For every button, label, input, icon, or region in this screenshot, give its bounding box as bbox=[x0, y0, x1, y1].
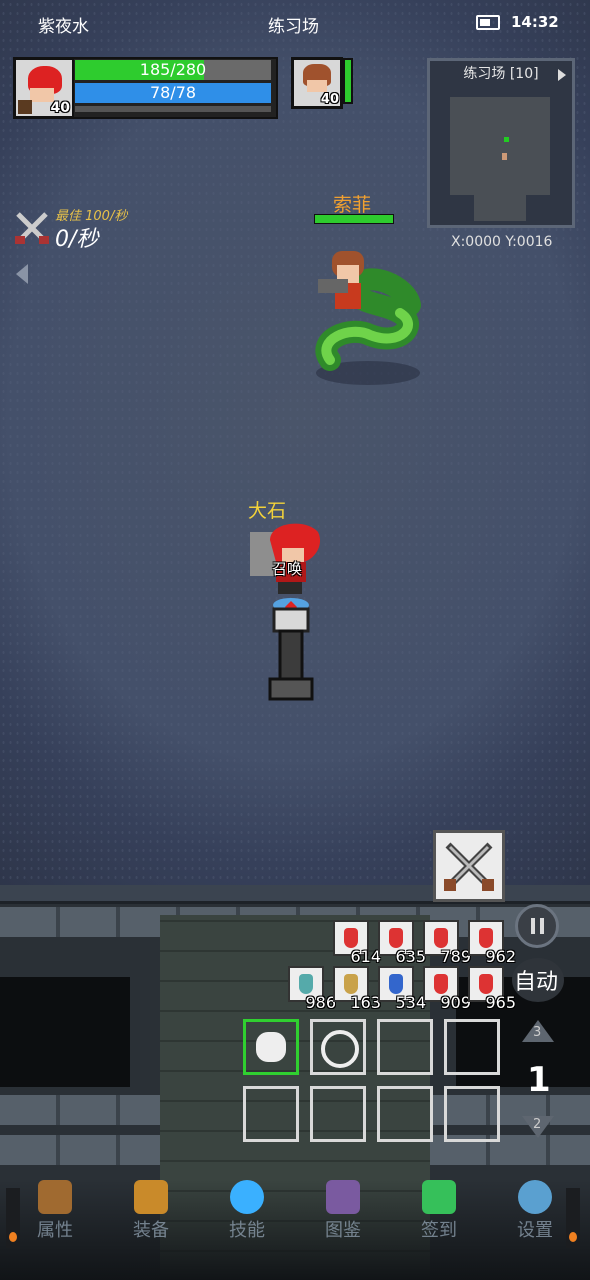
potion-icon bbox=[434, 928, 448, 948]
nav-label: 签到 bbox=[421, 1220, 457, 1241]
nav-item-2[interactable]: 技能 bbox=[202, 1180, 292, 1242]
potion-icon bbox=[479, 974, 493, 994]
potion-count: 614 bbox=[350, 947, 381, 966]
auto-label: 自动 bbox=[514, 970, 559, 995]
potion-slot[interactable]: 789 bbox=[423, 920, 471, 966]
status-center-text: 练习场 bbox=[268, 17, 319, 37]
potion-icon bbox=[479, 928, 493, 948]
potion-slot[interactable]: 534 bbox=[378, 966, 426, 1012]
skill-slot-8[interactable] bbox=[444, 1086, 500, 1142]
gear-icon bbox=[518, 1180, 552, 1214]
dps-current: 0/秒 bbox=[55, 227, 99, 252]
nav-item-4[interactable]: 签到 bbox=[394, 1180, 484, 1242]
attack-button[interactable] bbox=[433, 830, 505, 902]
minimap-title: 练习场 [10] bbox=[463, 66, 539, 82]
nav-label: 设置 bbox=[517, 1220, 553, 1241]
potion-slot[interactable]: 163 bbox=[333, 966, 381, 1012]
enemy-hp-bar bbox=[314, 214, 394, 224]
potion-icon bbox=[299, 974, 313, 994]
player-level: 40 bbox=[50, 100, 70, 116]
training-dummy-pillar[interactable] bbox=[268, 595, 318, 705]
hp-text: 185/280 bbox=[139, 60, 207, 79]
potion-slot[interactable]: 614 bbox=[333, 920, 381, 966]
potion-count: 163 bbox=[350, 993, 381, 1012]
skill-slot-5[interactable] bbox=[243, 1086, 299, 1142]
exp-bar bbox=[75, 106, 271, 112]
fist-skill-icon bbox=[256, 1032, 286, 1062]
gem-icon bbox=[230, 1180, 264, 1214]
status-left-text: 紫夜水 bbox=[38, 17, 89, 37]
potion-icon bbox=[389, 928, 403, 948]
side-panel-arrow-icon[interactable] bbox=[16, 264, 28, 284]
nav-label: 属性 bbox=[37, 1220, 73, 1241]
weapon-badge-icon bbox=[18, 100, 32, 114]
skill-slot-2[interactable] bbox=[310, 1019, 366, 1075]
minimap[interactable]: 练习场 [10] bbox=[427, 58, 575, 228]
potion-count: 909 bbox=[440, 993, 471, 1012]
nav-item-0[interactable]: 属性 bbox=[10, 1180, 100, 1242]
skill-slot-3[interactable] bbox=[377, 1019, 433, 1075]
potion-count: 962 bbox=[485, 947, 516, 966]
nav-label: 装备 bbox=[133, 1220, 169, 1241]
auto-button[interactable]: 自动 bbox=[512, 958, 564, 1002]
skill-slot-1[interactable] bbox=[243, 1019, 299, 1075]
minimap-expand-icon[interactable] bbox=[558, 69, 566, 81]
book-icon bbox=[326, 1180, 360, 1214]
battery-icon bbox=[476, 15, 500, 30]
enemy-name: 索菲 bbox=[333, 194, 372, 216]
minimap-room bbox=[450, 97, 550, 195]
enemy-snake-rider[interactable] bbox=[310, 245, 430, 390]
bag-icon bbox=[134, 1180, 168, 1214]
crossed-swords-icon bbox=[444, 842, 494, 891]
potion-slot[interactable]: 635 bbox=[378, 920, 426, 966]
potion-slot[interactable]: 962 bbox=[468, 920, 516, 966]
speed-up-button[interactable]: 3 bbox=[520, 1018, 556, 1044]
minimap-player-dot bbox=[502, 153, 507, 160]
pet-hp-bar bbox=[343, 58, 353, 104]
potion-count: 789 bbox=[440, 947, 471, 966]
speed-down-button[interactable]: 2 bbox=[520, 1114, 556, 1140]
potion-icon bbox=[389, 974, 403, 994]
potion-slot[interactable]: 909 bbox=[423, 966, 471, 1012]
player-portrait[interactable]: 40 bbox=[13, 57, 75, 119]
pet-level: 40 bbox=[320, 92, 339, 107]
potion-count: 986 bbox=[305, 993, 336, 1012]
potion-slot[interactable]: 986 bbox=[288, 966, 336, 1012]
pause-button[interactable] bbox=[515, 904, 559, 948]
skill-slot-4[interactable] bbox=[444, 1019, 500, 1075]
potion-slot[interactable]: 965 bbox=[468, 966, 516, 1012]
potion-count: 965 bbox=[485, 993, 516, 1012]
potion-count: 534 bbox=[395, 993, 426, 1012]
potion-count: 635 bbox=[395, 947, 426, 966]
potion-icon bbox=[344, 974, 358, 994]
nav-item-5[interactable]: 设置 bbox=[490, 1180, 580, 1242]
skill-slot-6[interactable] bbox=[310, 1086, 366, 1142]
pet-portrait[interactable]: 40 bbox=[291, 57, 343, 109]
speed-current: 1 bbox=[527, 1060, 551, 1100]
minimap-coords: X:0000 Y:0016 bbox=[451, 234, 553, 250]
potion-icon bbox=[344, 928, 358, 948]
emerald-icon bbox=[422, 1180, 456, 1214]
nav-label: 技能 bbox=[229, 1220, 265, 1241]
minimap-enemy-dot bbox=[504, 137, 509, 142]
helmet-icon bbox=[38, 1180, 72, 1214]
summon-label: 召唤 bbox=[272, 560, 303, 578]
nav-item-1[interactable]: 装备 bbox=[106, 1180, 196, 1242]
clock: 14:32 bbox=[511, 13, 559, 31]
crossed-swords-icon bbox=[12, 208, 52, 248]
potion-icon bbox=[434, 974, 448, 994]
skill-slot-7[interactable] bbox=[377, 1086, 433, 1142]
nav-item-3[interactable]: 图鉴 bbox=[298, 1180, 388, 1242]
mp-text: 78/78 bbox=[149, 83, 197, 102]
nav-label: 图鉴 bbox=[325, 1220, 361, 1241]
spiral-skill-icon bbox=[321, 1030, 359, 1068]
